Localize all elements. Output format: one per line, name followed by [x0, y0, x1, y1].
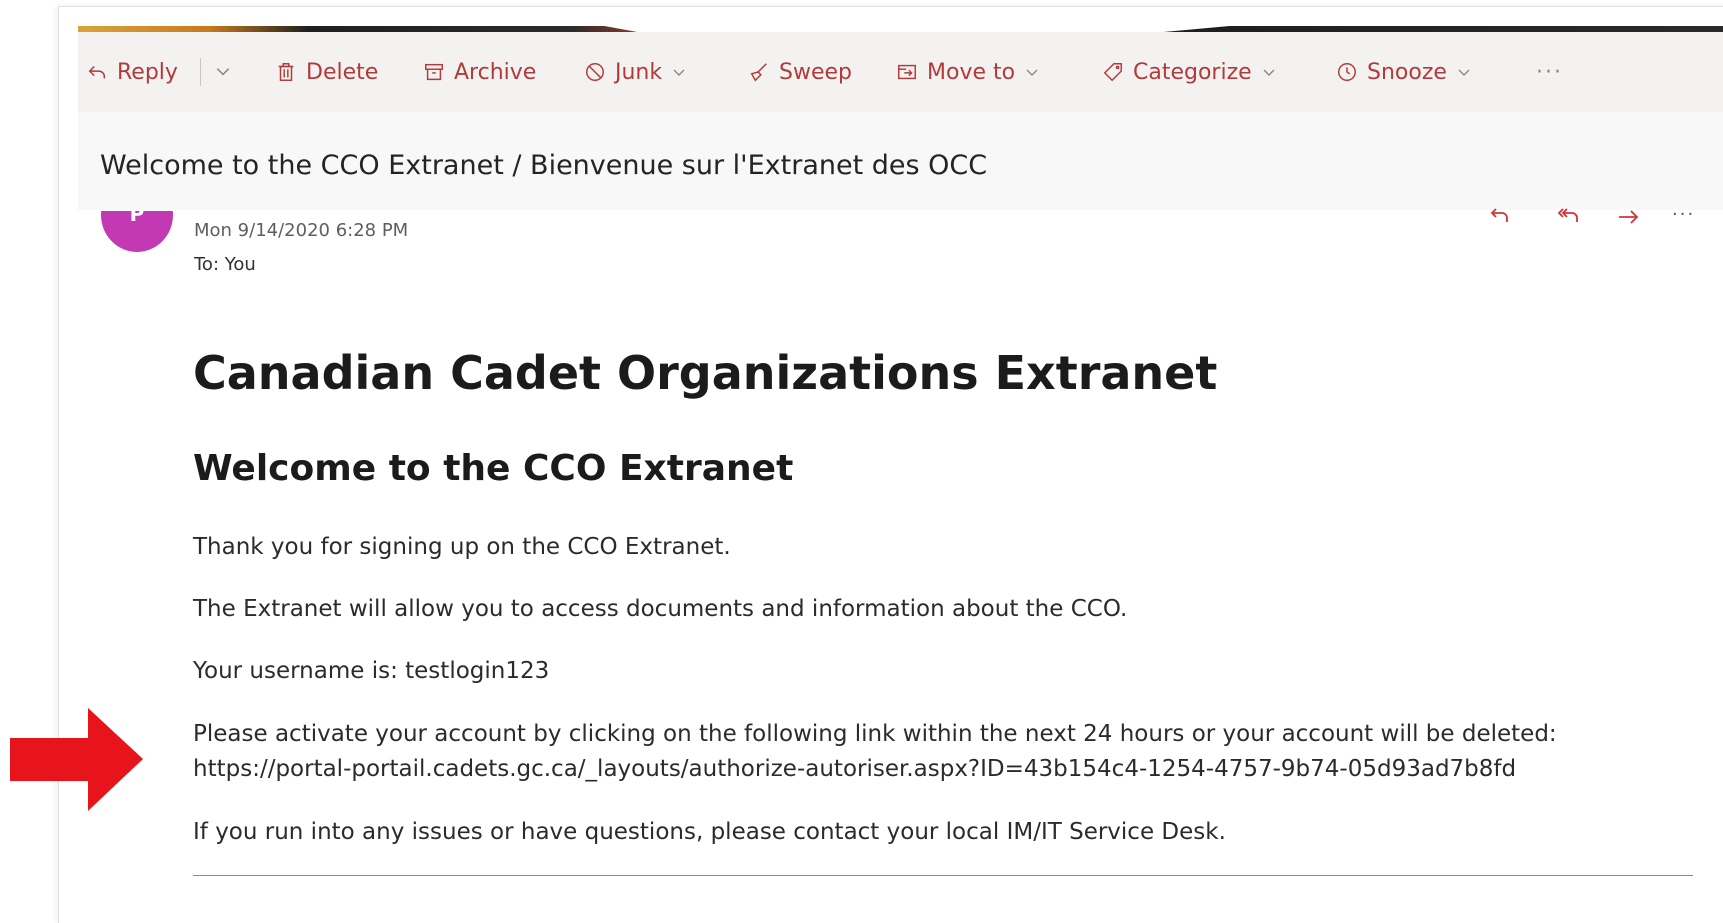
- email-recipient: To: You: [194, 254, 256, 275]
- paragraph-username: Your username is: testlogin123: [193, 658, 550, 684]
- categorize-button[interactable]: Categorize: [1102, 56, 1277, 88]
- archive-icon: [425, 63, 443, 81]
- reply-action-icon: [1490, 208, 1508, 222]
- reply-all-button[interactable]: [1556, 205, 1582, 229]
- forward-button[interactable]: [1616, 205, 1642, 229]
- reply-label: Reply: [117, 59, 178, 85]
- junk-label: Junk: [615, 59, 663, 85]
- delete-button[interactable]: Delete: [275, 56, 378, 88]
- paragraph-activate: Please activate your account by clicking…: [193, 721, 1557, 747]
- paragraph-access: The Extranet will allow you to access do…: [193, 596, 1128, 622]
- email-subject: Welcome to the CCO Extranet / Bienvenue …: [100, 150, 988, 181]
- archive-button[interactable]: Archive: [423, 56, 536, 88]
- paragraph-thanks: Thank you for signing up on the CCO Extr…: [193, 534, 731, 560]
- reply-action-button[interactable]: [1488, 205, 1514, 229]
- forward-icon: [1619, 210, 1639, 224]
- annotation-arrow: [10, 708, 143, 811]
- delete-icon: [278, 63, 294, 81]
- more-options-button[interactable]: ···: [1536, 56, 1563, 88]
- categorize-icon: [1103, 63, 1122, 82]
- junk-icon: [586, 63, 604, 81]
- email-date: Mon 9/14/2020 6:28 PM: [194, 220, 409, 241]
- move-to-button[interactable]: Move to: [896, 56, 1040, 88]
- sweep-button[interactable]: Sweep: [748, 56, 852, 88]
- snooze-button[interactable]: Snooze: [1336, 56, 1472, 88]
- chevron-down-icon: [1458, 69, 1470, 76]
- reply-icon: [88, 65, 106, 79]
- signature-divider: [193, 875, 1693, 876]
- paragraph-contact: If you run into any issues or have quest…: [193, 819, 1226, 845]
- email-subheading: Welcome to the CCO Extranet: [193, 448, 794, 489]
- toolbar-divider: [200, 58, 201, 86]
- chevron-down-icon: [216, 68, 230, 76]
- junk-button[interactable]: Junk: [584, 56, 687, 88]
- chevron-down-icon: [1263, 69, 1275, 76]
- archive-label: Archive: [454, 59, 537, 85]
- reply-all-icon: [1557, 208, 1578, 222]
- sweep-label: Sweep: [779, 59, 852, 85]
- chevron-down-icon: [673, 69, 685, 76]
- reply-options-chevron[interactable]: [214, 62, 232, 84]
- activation-link[interactable]: https://portal-portail.cadets.gc.ca/_lay…: [193, 756, 1516, 782]
- message-more-button[interactable]: ···: [1672, 204, 1695, 225]
- snooze-icon: [1338, 63, 1356, 81]
- email-heading: Canadian Cadet Organizations Extranet: [193, 346, 1218, 400]
- chevron-down-icon: [1026, 69, 1038, 76]
- move-to-icon: [898, 64, 916, 80]
- move-to-label: Move to: [927, 59, 1016, 85]
- categorize-label: Categorize: [1133, 59, 1252, 85]
- snooze-label: Snooze: [1367, 59, 1447, 85]
- activation-link-line: https://portal-portail.cadets.gc.ca/_lay…: [193, 756, 1516, 782]
- sweep-icon: [750, 63, 767, 82]
- reply-button[interactable]: Reply: [86, 56, 178, 88]
- delete-label: Delete: [306, 59, 379, 85]
- more-label: ···: [1536, 59, 1563, 85]
